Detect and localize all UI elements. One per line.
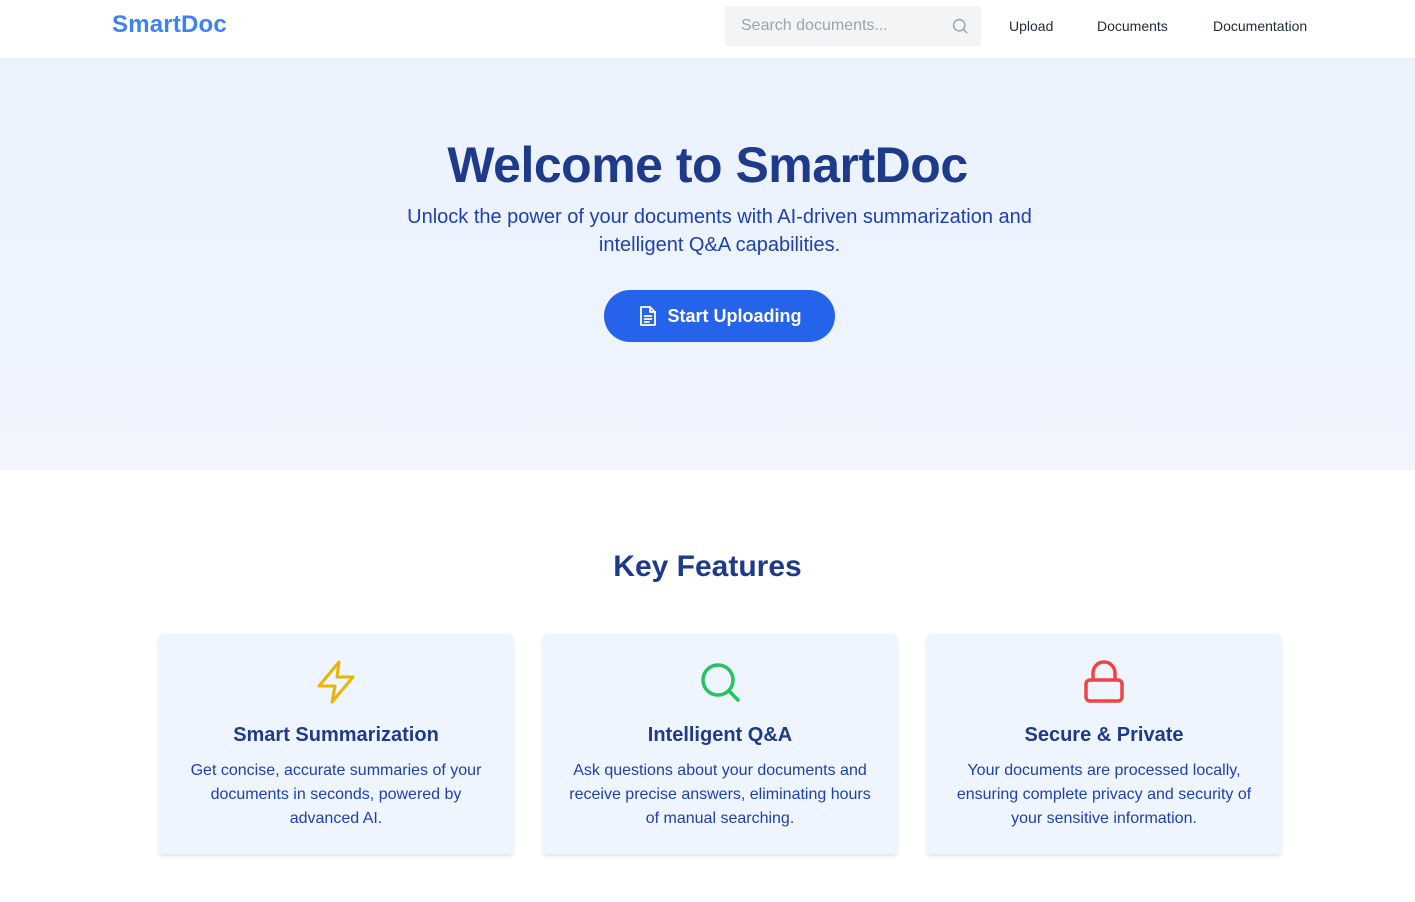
search-box[interactable] [725, 6, 981, 46]
lightning-icon [317, 660, 355, 704]
start-uploading-label: Start Uploading [667, 305, 802, 326]
feature-description: Get concise, accurate summaries of your … [190, 762, 482, 827]
magnifier-icon [701, 663, 740, 702]
hero-title: Welcome to SmartDoc [447, 137, 968, 193]
hero-subtitle: Unlock the power of your documents with … [407, 206, 1032, 256]
logo[interactable]: SmartDoc [112, 11, 227, 39]
search-input[interactable] [725, 6, 945, 46]
nav-link-upload[interactable]: Upload [1009, 18, 1053, 34]
feature-title: Intelligent Q&A [647, 724, 793, 746]
feature-title: Secure & Private [1024, 724, 1184, 746]
feature-description: Ask questions about your documents and r… [569, 762, 871, 827]
lock-icon [1084, 660, 1124, 703]
feature-card-summarization: Smart Summarization Get concise, accurat… [159, 634, 513, 854]
top-header: SmartDoc Upload Documents Documentation [0, 0, 1415, 58]
document-icon [639, 306, 656, 326]
nav-link-documentation[interactable]: Documentation [1213, 18, 1307, 34]
feature-description: Your documents are processed locally, en… [956, 762, 1252, 827]
feature-card-qa: Intelligent Q&A Ask questions about your… [543, 634, 897, 854]
hero-section: Welcome to SmartDoc Unlock the power of … [0, 58, 1415, 470]
features-title: Key Features [613, 550, 802, 583]
feature-title: Smart Summarization [233, 724, 439, 746]
nav-link-documents[interactable]: Documents [1097, 18, 1168, 34]
start-uploading-button[interactable]: Start Uploading [604, 290, 835, 342]
feature-card-security: Secure & Private Your documents are proc… [927, 634, 1281, 854]
search-icon[interactable] [951, 17, 969, 35]
